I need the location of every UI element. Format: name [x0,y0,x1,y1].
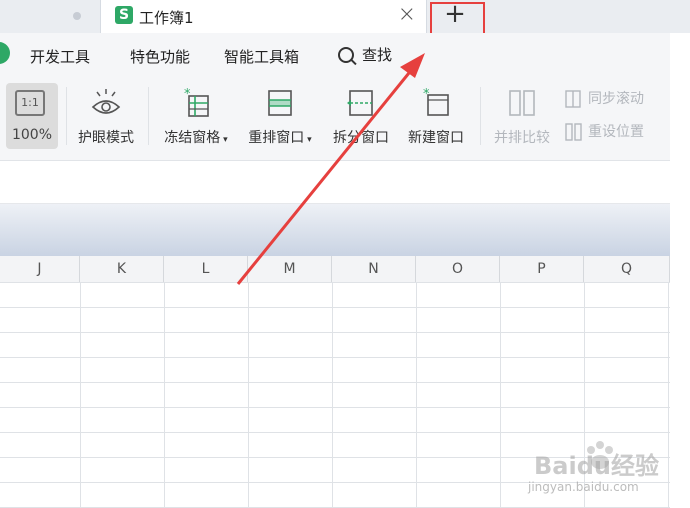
divider [480,87,481,145]
close-tab-icon[interactable]: × [398,3,416,27]
freeze-panes-button[interactable]: * 冻结窗格 ▾ [158,83,234,149]
freeze-panes-icon: * [184,87,209,117]
side-by-side-icon [509,90,535,116]
formula-bar[interactable] [0,161,670,204]
side-by-side-label: 并排比较 [494,130,550,146]
eye-mode-button[interactable]: 护眼模式 [72,83,140,149]
eye-icon [91,89,121,114]
zoom-label: 100% [11,127,53,143]
column-header[interactable]: P [500,256,584,282]
menu-smart-toolbox[interactable]: 智能工具箱 [224,46,299,67]
reset-position-label: 重设位置 [588,124,644,140]
window-edge [670,33,690,508]
column-header[interactable]: M [248,256,332,282]
zoom-100-button[interactable]: 1:1 100% [6,83,58,149]
split-window-label: 拆分窗口 [333,130,389,146]
svg-text:*: * [184,87,191,102]
new-window-icon: * [423,87,449,116]
side-by-side-button: 并排比较 [488,83,556,149]
zoom-one-to-one-icon: 1:1 [15,90,45,116]
sync-scroll-label: 同步滚动 [588,91,644,107]
reset-position-button: 重设位置 [564,121,644,141]
column-header[interactable]: K [80,256,164,282]
search-label: 查找 [362,46,393,64]
arrange-windows-label: 重排窗口 ▾ [248,130,312,146]
divider [148,87,149,145]
menu-special-features[interactable]: 特色功能 [130,46,190,67]
sheet-header-band [0,204,670,256]
menu-developer-tools[interactable]: 开发工具 [30,46,90,67]
watermark: Baidu经验 jingyan.baidu.com [524,440,684,502]
spreadsheet-doc-icon: S [115,6,133,24]
tab-dot-icon [73,12,81,20]
search-button[interactable]: 查找 [338,44,392,65]
column-header[interactable]: L [164,256,248,282]
tab-bar: S 工作簿1 × + [0,0,690,33]
split-window-button[interactable]: 拆分窗口 [326,83,396,149]
new-tab-button[interactable]: + [440,0,470,30]
sync-scroll-icon [565,90,581,108]
new-window-label: 新建窗口 [408,130,464,146]
arrange-windows-button[interactable]: 重排窗口 ▾ [240,83,320,149]
app-menu-icon[interactable] [0,42,10,64]
reset-position-icon [565,123,582,141]
column-header[interactable]: O [416,256,500,282]
eye-mode-label: 护眼模式 [78,130,134,146]
menu-bar: 开发工具 特色功能 智能工具箱 查找 [0,33,690,75]
search-icon [338,46,354,63]
tab-inactive[interactable] [0,0,98,33]
column-header[interactable]: J [0,256,80,282]
tab-workbook[interactable]: S 工作簿1 × [100,0,427,33]
watermark-url: jingyan.baidu.com [528,480,639,494]
column-header[interactable]: N [332,256,416,282]
column-header[interactable]: Q [584,256,670,282]
freeze-panes-label: 冻结窗格 ▾ [164,130,228,146]
view-ribbon: 1:1 100% 护眼模式 * 冻结窗格 ▾ 重排窗口 ▾ 拆分窗口 * 新建窗… [0,75,670,161]
arrange-windows-icon [268,90,292,116]
split-window-icon [347,90,373,116]
divider [66,87,67,145]
sync-scroll-button: 同步滚动 [564,88,644,108]
new-window-button[interactable]: * 新建窗口 [400,83,472,149]
watermark-brand: Baidu经验 [534,452,659,480]
tab-title: 工作簿1 [139,9,194,27]
column-header-row: J K L M N O P Q [0,256,670,283]
